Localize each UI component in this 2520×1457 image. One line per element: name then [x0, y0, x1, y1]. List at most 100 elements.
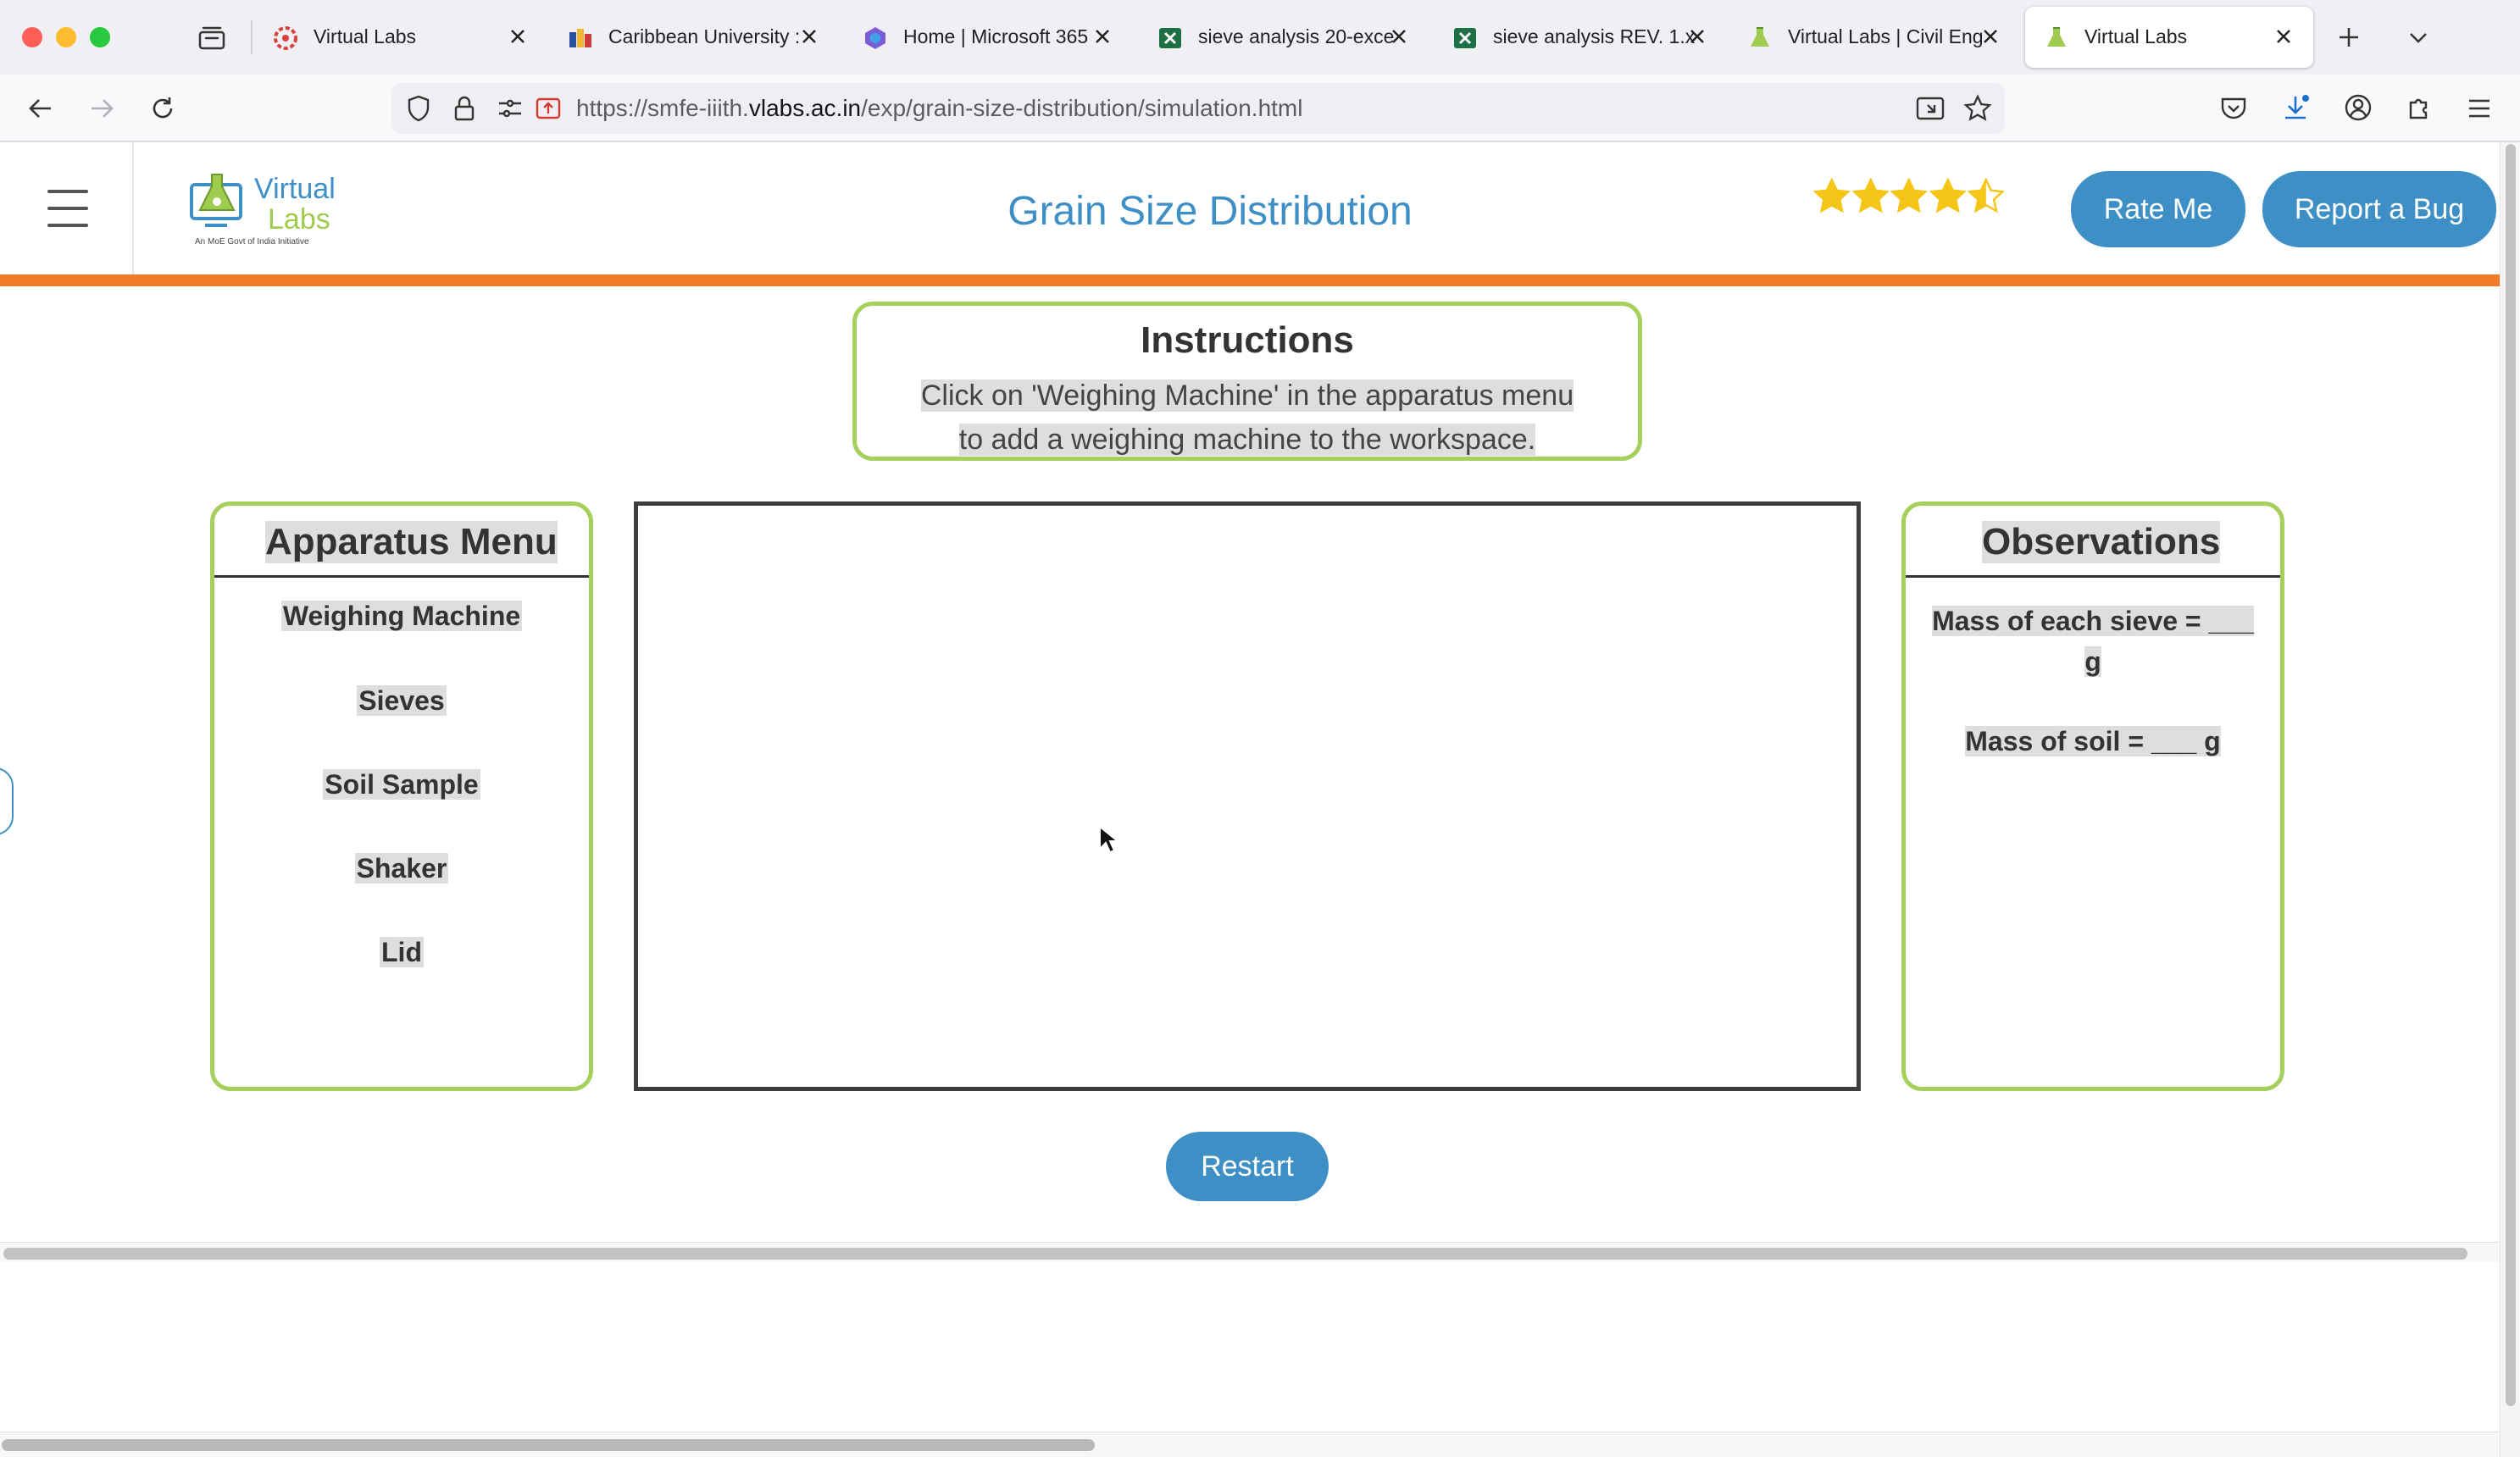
apparatus-item-label: Shaker — [354, 853, 449, 884]
rate-me-button[interactable]: Rate Me — [2071, 171, 2245, 247]
lock-icon[interactable] — [449, 93, 480, 124]
scrollbar-thumb[interactable] — [3, 1248, 2467, 1260]
virtual-labs-favicon-icon — [2047, 27, 2066, 47]
chevron-down-icon — [2410, 33, 2427, 43]
back-button[interactable] — [22, 91, 59, 125]
bookmark-star-icon[interactable] — [1961, 91, 1995, 125]
star-icon[interactable] — [1929, 178, 1967, 215]
header-divider — [0, 274, 2500, 286]
virtual-labs-favicon-icon — [1751, 27, 1769, 47]
tab-virtual-labs-1[interactable]: Virtual Labs — [254, 7, 542, 68]
star-icon[interactable] — [1890, 178, 1928, 215]
new-tab-button[interactable] — [2332, 20, 2366, 54]
side-widget[interactable] — [0, 767, 14, 835]
page-horizontal-scrollbar[interactable] — [0, 1432, 2500, 1457]
list-all-tabs-button[interactable] — [2401, 20, 2435, 54]
app-menu-icon[interactable] — [2462, 93, 2496, 124]
microsoft-365-favicon-icon — [865, 27, 885, 49]
tab-virtual-labs-civil[interactable]: Virtual Labs | Civil Eng — [1729, 7, 2017, 68]
apparatus-item-label: Weighing Machine — [280, 601, 523, 631]
zoom-window-button[interactable] — [90, 27, 110, 47]
apparatus-item-label: Sieves — [357, 685, 447, 716]
observation-sieve-mass: Mass of each sieve = ___ g — [1906, 601, 2280, 682]
close-icon[interactable] — [2271, 24, 2296, 49]
forward-button[interactable] — [83, 91, 120, 125]
tracking-protection-shield-icon[interactable] — [403, 93, 434, 124]
report-bug-button[interactable]: Report a Bug — [2262, 171, 2496, 247]
star-icon[interactable] — [1968, 178, 2005, 215]
apparatus-item-lid[interactable]: Lid — [214, 937, 589, 968]
star-icon[interactable] — [1851, 178, 1890, 215]
scrollbar-thumb[interactable] — [2506, 144, 2516, 1406]
tab-label: Virtual Labs — [2084, 25, 2188, 47]
observation-sieve-mass-line1: Mass of each sieve = ___ — [1932, 606, 2254, 636]
tab-overview-button[interactable] — [195, 22, 229, 53]
tab-label: sieve analysis 20-exce — [1198, 25, 1395, 47]
logo-tagline: An MoE Govt of India Initiative — [195, 237, 309, 247]
reload-button[interactable] — [144, 91, 181, 125]
tab-separator — [251, 20, 253, 54]
pocket-icon[interactable] — [2217, 91, 2251, 125]
tab-label: sieve analysis REV. 1.x — [1493, 25, 1695, 47]
downloads-icon[interactable] — [2278, 90, 2313, 125]
close-icon[interactable] — [1386, 24, 1412, 49]
tab-label: Virtual Labs | Civil Eng — [1788, 25, 1984, 47]
observations-title: Observations — [1982, 521, 2221, 563]
browser-tab-bar: Virtual Labs Caribbean University : Home… — [0, 0, 2520, 75]
close-icon[interactable] — [1978, 24, 2003, 49]
minimize-window-button[interactable] — [56, 27, 76, 47]
apparatus-item-sieves[interactable]: Sieves — [214, 685, 589, 717]
apparatus-menu-panel: Apparatus Menu Weighing Machine Sieves S… — [210, 501, 593, 1091]
apparatus-item-weighing-machine[interactable]: Weighing Machine — [214, 601, 589, 632]
restart-button[interactable]: Restart — [1166, 1132, 1329, 1201]
apparatus-menu-title: Apparatus Menu — [265, 521, 558, 563]
title-divider — [214, 575, 589, 578]
apparatus-item-label: Soil Sample — [323, 769, 480, 800]
instructions-line-1: Click on 'Weighing Machine' in the appar… — [920, 379, 1574, 412]
page-title: Grain Size Distribution — [1007, 189, 1413, 234]
excel-favicon-icon — [1159, 28, 1181, 48]
university-favicon-icon — [569, 29, 591, 47]
url-text[interactable]: https://smfe-iiith.vlabs.ac.in/exp/grain… — [576, 95, 1302, 122]
tab-sieve-analysis-excel[interactable]: sieve analysis 20-exce — [1139, 7, 1427, 68]
star-icon[interactable] — [1813, 178, 1851, 215]
extensions-puzzle-icon[interactable] — [2401, 90, 2437, 125]
arrow-right-icon — [92, 99, 114, 118]
close-icon[interactable] — [797, 24, 822, 49]
tab-label: Caribbean University : — [608, 25, 801, 47]
tab-label: Home | Microsoft 365 — [903, 25, 1089, 47]
tab-caribbean-university[interactable]: Caribbean University : — [549, 7, 837, 68]
vertical-scrollbar[interactable] — [2500, 142, 2520, 1457]
permissions-icon[interactable] — [495, 95, 525, 122]
title-divider — [1906, 575, 2280, 578]
close-window-button[interactable] — [22, 27, 42, 47]
tab-microsoft-365[interactable]: Home | Microsoft 365 — [844, 7, 1132, 68]
instructions-title: Instructions — [1141, 319, 1354, 361]
apparatus-item-soil-sample[interactable]: Soil Sample — [214, 769, 589, 801]
instructions-text: Click on 'Weighing Machine' in the appar… — [857, 374, 1638, 462]
observations-panel: Observations Mass of each sieve = ___ g … — [1901, 501, 2284, 1091]
observation-soil-mass: Mass of soil = ___ g — [1906, 726, 2280, 757]
close-icon[interactable] — [1090, 24, 1115, 49]
observation-soil-mass-text: Mass of soil = ___ g — [1965, 726, 2221, 756]
instructions-box: Instructions Click on 'Weighing Machine'… — [852, 302, 1642, 461]
scrollbar-thumb[interactable] — [2, 1439, 1095, 1451]
tab-label: Virtual Labs — [314, 25, 417, 47]
close-icon[interactable] — [1685, 24, 1710, 49]
inner-horizontal-scrollbar[interactable] — [0, 1242, 2500, 1262]
account-icon[interactable] — [2340, 90, 2376, 125]
observation-sieve-mass-unit: g — [2084, 646, 2101, 677]
rating-stars[interactable] — [1813, 178, 2005, 217]
autoplay-blocked-icon[interactable] — [534, 95, 563, 122]
plus-icon — [2340, 28, 2358, 47]
mouse-cursor-icon — [1099, 825, 1118, 854]
reader-view-icon[interactable] — [1913, 93, 1947, 124]
tab-sieve-analysis-rev[interactable]: sieve analysis REV. 1.x — [1434, 7, 1722, 68]
archive-icon — [198, 26, 225, 50]
tab-virtual-labs-active[interactable]: Virtual Labs — [2025, 7, 2313, 68]
arrow-left-icon — [29, 99, 51, 118]
close-icon[interactable] — [505, 24, 530, 49]
simulation-workspace[interactable] — [634, 501, 1861, 1091]
excel-favicon-icon — [1454, 28, 1476, 48]
apparatus-item-shaker[interactable]: Shaker — [214, 853, 589, 884]
